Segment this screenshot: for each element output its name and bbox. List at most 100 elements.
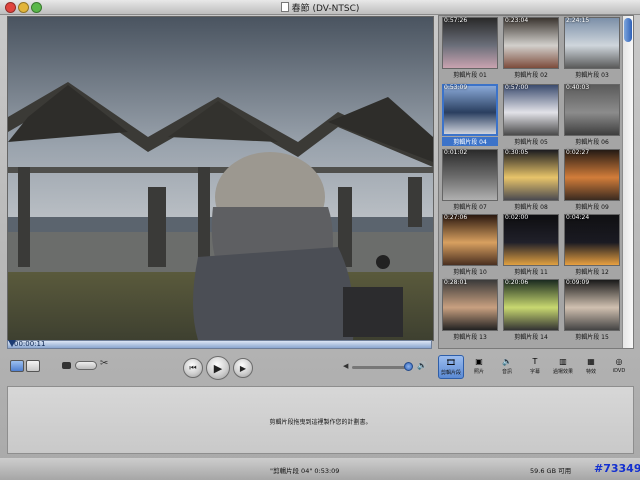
clip-label: 剪輯片段 06 (575, 139, 609, 146)
pane-button[interactable]: ◎ iDVD (606, 355, 632, 379)
clip-thumbnail[interactable]: 0:27:06 剪輯片段 10 (442, 214, 498, 278)
watermark-counter: #73349 (594, 462, 640, 475)
status-bar: "剪輯片段 04" 0:53:09 59.6 GB 可用 #73349 (0, 458, 640, 480)
clip-image (503, 214, 559, 266)
effects-icon: ▦ (587, 357, 595, 366)
play-icon: ▶ (213, 361, 223, 375)
selected-clip-info: "剪輯片段 04" 0:53:09 (270, 467, 340, 475)
clip-label: 剪輯片段 09 (575, 204, 609, 211)
pane-button[interactable]: 🔈 音訊 (494, 355, 520, 379)
clip-duration: 0:04:24 (566, 214, 590, 221)
volume-low-icon: ◀ (343, 362, 349, 370)
video-frame (8, 17, 433, 340)
clip-duration: 2:24:15 (566, 17, 590, 24)
rewind-button[interactable]: ⏮ (183, 358, 203, 378)
clip-label: 剪輯片段 02 (514, 72, 548, 79)
clip-label: 剪輯片段 03 (575, 72, 609, 79)
clip-duration: 0:02:27 (566, 149, 590, 156)
transport-controls: ✂ ⏮ ▶ ▶ ◀ 🔊 (0, 352, 436, 384)
clip-label: 剪輯片段 01 (453, 72, 487, 79)
fullscreen-play-icon: ▶ (239, 363, 247, 373)
play-fullscreen-button[interactable]: ▶ (233, 358, 253, 378)
clip-thumbnail[interactable]: 0:01:02 剪輯片段 07 (442, 149, 498, 213)
pane-button[interactable]: ▦ 特效 (578, 355, 604, 379)
free-space: 59.6 GB 可用 (530, 467, 572, 475)
pane-label: 音訊 (501, 369, 512, 375)
clip-thumbnail[interactable]: 0:57:00 剪輯片段 05 (503, 84, 559, 148)
pane-label: iDVD (612, 368, 626, 374)
shelf-scrollbar[interactable] (622, 16, 633, 348)
title-bar: 春節 (DV-NTSC) (0, 0, 640, 15)
clip-image (442, 17, 498, 69)
rewind-icon: ⏮ (189, 363, 197, 372)
pane-button[interactable]: 🎞 剪輯片段 (438, 355, 464, 379)
clip-image (503, 84, 559, 136)
idvd-icon: ◎ (615, 357, 623, 366)
clip-label: 剪輯片段 13 (453, 334, 487, 341)
clip-image (564, 279, 620, 331)
clip-image (503, 17, 559, 69)
pane-label: 照片 (473, 369, 484, 375)
clip-thumbnail[interactable]: 0:02:27 剪輯片段 09 (564, 149, 620, 213)
clip-thumbnail[interactable]: 0:30:05 剪輯片段 08 (503, 149, 559, 213)
clip-duration: 0:28:01 (444, 279, 468, 286)
clip-duration: 0:53:09 (444, 84, 468, 91)
scrubber-bar[interactable] (7, 340, 432, 349)
clip-label: 剪輯片段 14 (514, 334, 548, 341)
camera-icon (62, 362, 71, 369)
clip-image (564, 17, 620, 69)
clip-thumbnail[interactable]: 0:53:09 剪輯片段 04 (442, 84, 498, 148)
camera-mode-switch[interactable] (75, 361, 97, 370)
clip-image (564, 214, 620, 266)
text-icon: T (532, 357, 538, 366)
pane-label: 剪輯片段 (440, 370, 461, 376)
clip-image (564, 149, 620, 201)
volume-knob[interactable] (404, 362, 413, 371)
clip-thumbnail[interactable]: 0:09:09 剪輯片段 15 (564, 279, 620, 343)
clip-label: 剪輯片段 12 (575, 269, 609, 276)
clip-thumbnail[interactable]: 0:28:01 剪輯片段 13 (442, 279, 498, 343)
clip-label: 剪輯片段 05 (514, 139, 548, 146)
clip-thumbnail[interactable]: 2:24:15 剪輯片段 03 (564, 17, 620, 81)
pane-button[interactable]: ▣ 照片 (466, 355, 492, 379)
pane-button[interactable]: T 字幕 (522, 355, 548, 379)
film-icon: 🎞 (445, 358, 457, 367)
pane-buttons: 🎞 剪輯片段 ▣ 照片 🔈 音訊 T 字幕 ▥ 過場效果 ▦ 特效 ◎ iDVD (438, 355, 634, 381)
clip-thumbnail[interactable]: 0:57:26 剪輯片段 01 (442, 17, 498, 81)
clip-duration: 0:57:00 (505, 84, 529, 91)
clip-thumbnail[interactable]: 0:02:00 剪輯片段 11 (503, 214, 559, 278)
scrollbar-thumb[interactable] (624, 18, 632, 42)
window-title: 春節 (DV-NTSC) (0, 1, 640, 14)
clip-label: 剪輯片段 08 (514, 204, 548, 211)
clip-duration: 0:40:03 (566, 84, 590, 91)
volume-high-icon: 🔊 (417, 361, 427, 370)
clip-image (442, 149, 498, 201)
video-monitor[interactable] (7, 16, 434, 341)
photo-icon: ▣ (475, 357, 483, 366)
clip-label: 剪輯片段 10 (453, 269, 487, 276)
clip-viewer-toggle[interactable] (10, 360, 24, 372)
window-title-text: 春節 (DV-NTSC) (291, 4, 360, 14)
clip-thumbnail[interactable]: 0:04:24 剪輯片段 12 (564, 214, 620, 278)
clip-duration: 0:30:05 (505, 149, 529, 156)
clip-image (503, 149, 559, 201)
clip-label: 剪輯片段 07 (453, 204, 487, 211)
clip-duration: 0:01:02 (444, 149, 468, 156)
clip-thumbnail[interactable]: 0:40:03 剪輯片段 06 (564, 84, 620, 148)
play-button[interactable]: ▶ (206, 356, 230, 380)
clip-image (442, 84, 498, 136)
transition-icon: ▥ (559, 357, 567, 366)
clip-thumbnail[interactable]: 0:20:06 剪輯片段 14 (503, 279, 559, 343)
clip-viewer-strip[interactable]: 剪輯片段拖曳到這裡製作您的計劃書。 (7, 386, 634, 454)
document-icon (280, 2, 289, 12)
timeline-viewer-toggle[interactable] (26, 360, 40, 372)
clip-label: 剪輯片段 15 (575, 334, 609, 341)
speaker-icon: 🔈 (502, 357, 512, 366)
clip-duration: 0:23:04 (505, 17, 529, 24)
volume-slider[interactable] (352, 366, 412, 369)
pane-button[interactable]: ▥ 過場效果 (550, 355, 576, 379)
clip-image (442, 279, 498, 331)
clip-thumbnail[interactable]: 0:23:04 剪輯片段 02 (503, 17, 559, 81)
clip-image (442, 214, 498, 266)
clip-label: 剪輯片段 11 (514, 269, 548, 276)
